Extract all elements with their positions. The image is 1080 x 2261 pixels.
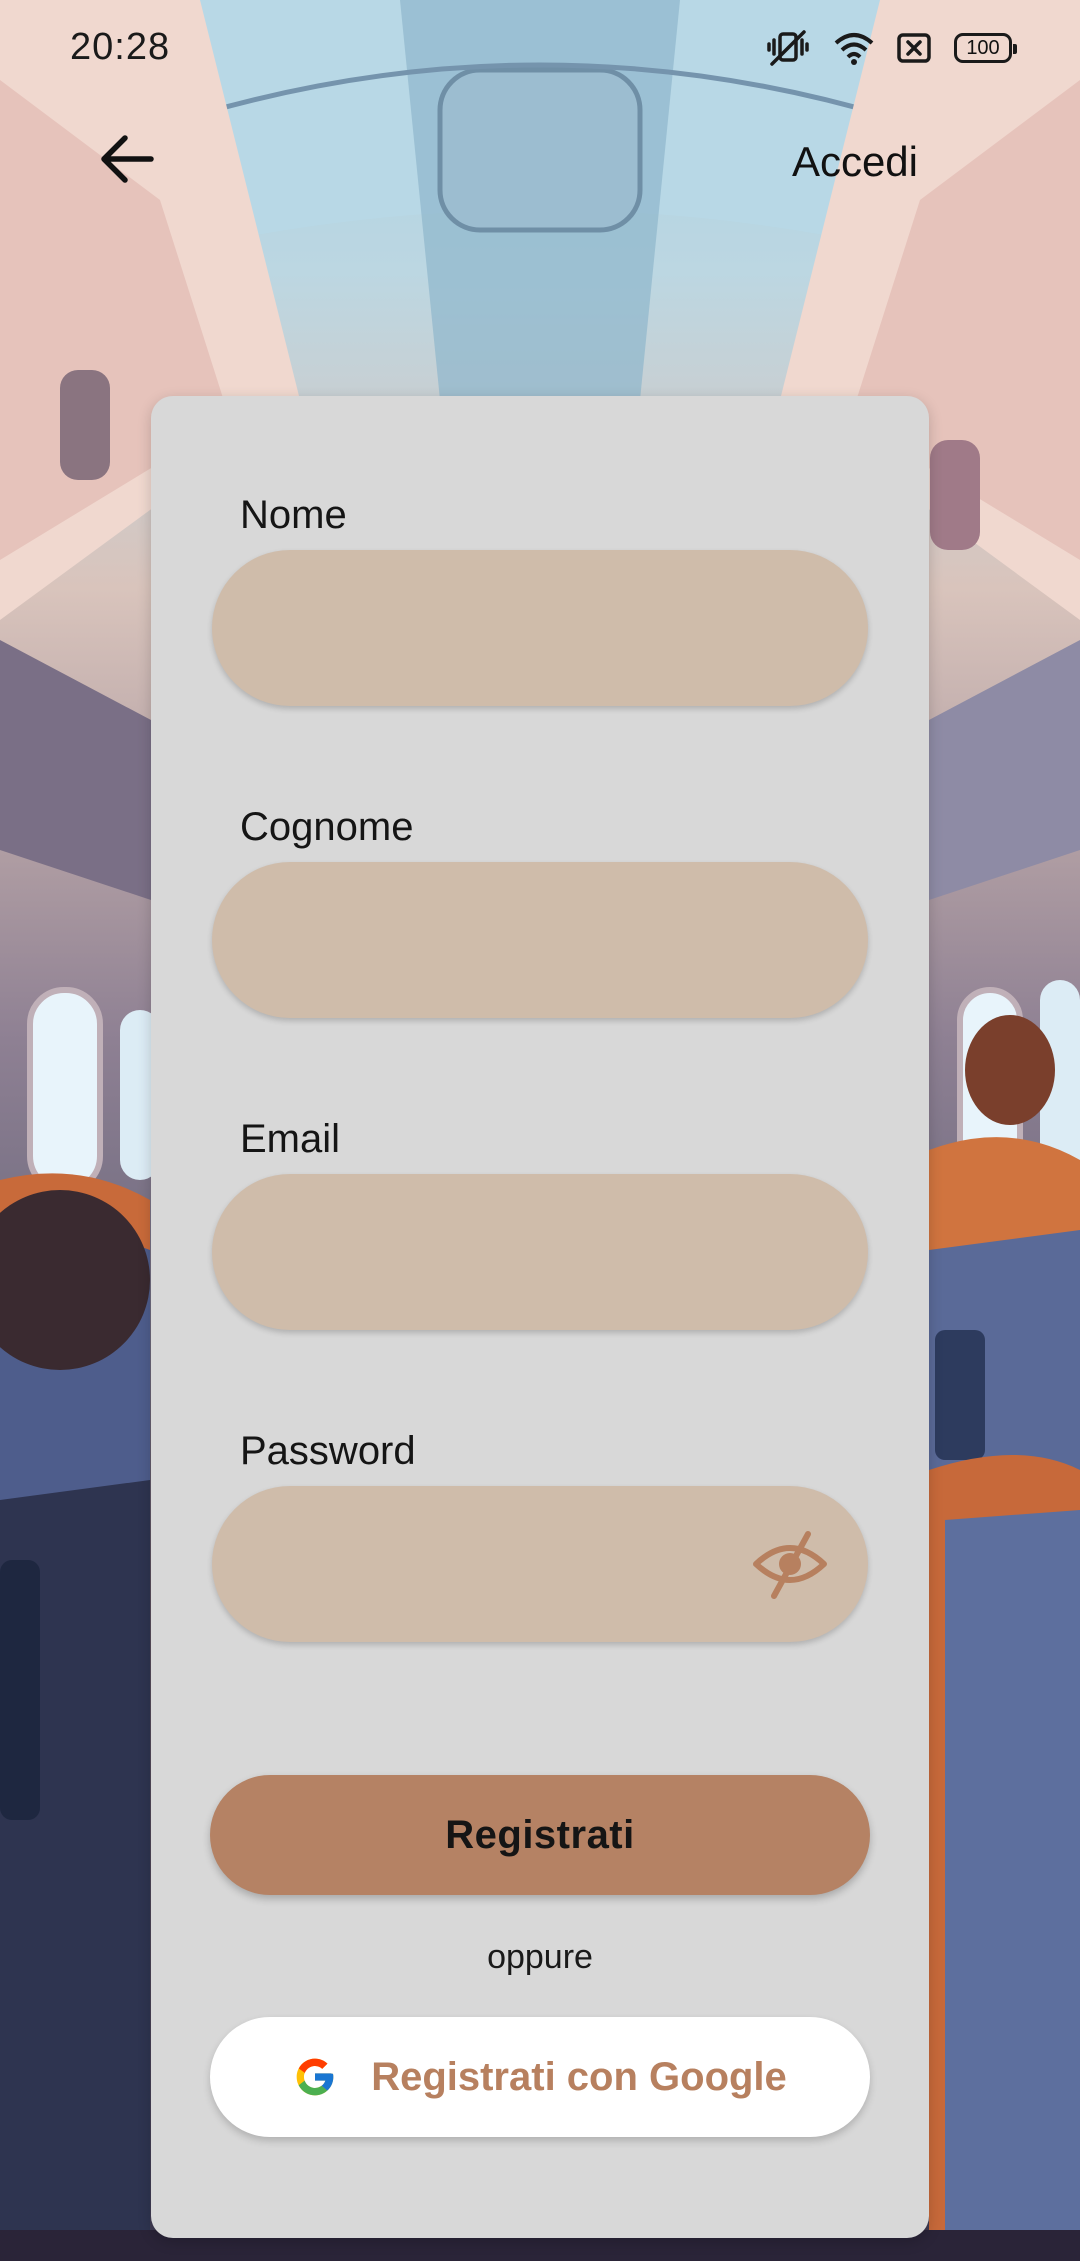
battery-level: 100 bbox=[966, 36, 1000, 59]
last-name-field[interactable] bbox=[212, 862, 868, 1020]
google-register-label: Registrati con Google bbox=[371, 2054, 787, 2099]
vibrate-icon bbox=[767, 30, 809, 66]
or-separator: oppure bbox=[487, 1938, 593, 1976]
battery-icon: 100 bbox=[954, 33, 1017, 63]
first-name-input[interactable] bbox=[252, 550, 796, 708]
email-field[interactable] bbox=[212, 1174, 868, 1332]
login-link[interactable]: Accedi bbox=[792, 138, 918, 186]
password-input[interactable] bbox=[252, 1486, 796, 1644]
register-button-label: Registrati bbox=[445, 1812, 635, 1857]
password-label: Password bbox=[240, 1429, 416, 1473]
password-field[interactable] bbox=[212, 1486, 868, 1644]
first-name-field[interactable] bbox=[212, 550, 868, 708]
first-name-label: Nome bbox=[240, 493, 347, 537]
status-icons: 100 bbox=[764, 28, 1017, 68]
registration-card: Nome Cognome Email Password Registrati o… bbox=[151, 396, 929, 2238]
google-g-icon bbox=[296, 2058, 334, 2096]
register-button[interactable]: Registrati bbox=[210, 1775, 870, 1895]
wifi-icon bbox=[834, 33, 874, 65]
eye-off-icon[interactable] bbox=[752, 1528, 828, 1600]
last-name-label: Cognome bbox=[240, 805, 414, 849]
last-name-input[interactable] bbox=[252, 862, 796, 1020]
email-input[interactable] bbox=[252, 1174, 796, 1332]
sim-x-icon bbox=[897, 33, 931, 63]
email-label: Email bbox=[240, 1117, 341, 1161]
google-register-button[interactable]: Registrati con Google bbox=[210, 2017, 870, 2137]
back-button[interactable] bbox=[92, 124, 162, 194]
status-time: 20:28 bbox=[70, 26, 171, 68]
arrow-left-icon bbox=[101, 135, 154, 183]
status-bar: 20:28 100 bbox=[0, 0, 1080, 96]
